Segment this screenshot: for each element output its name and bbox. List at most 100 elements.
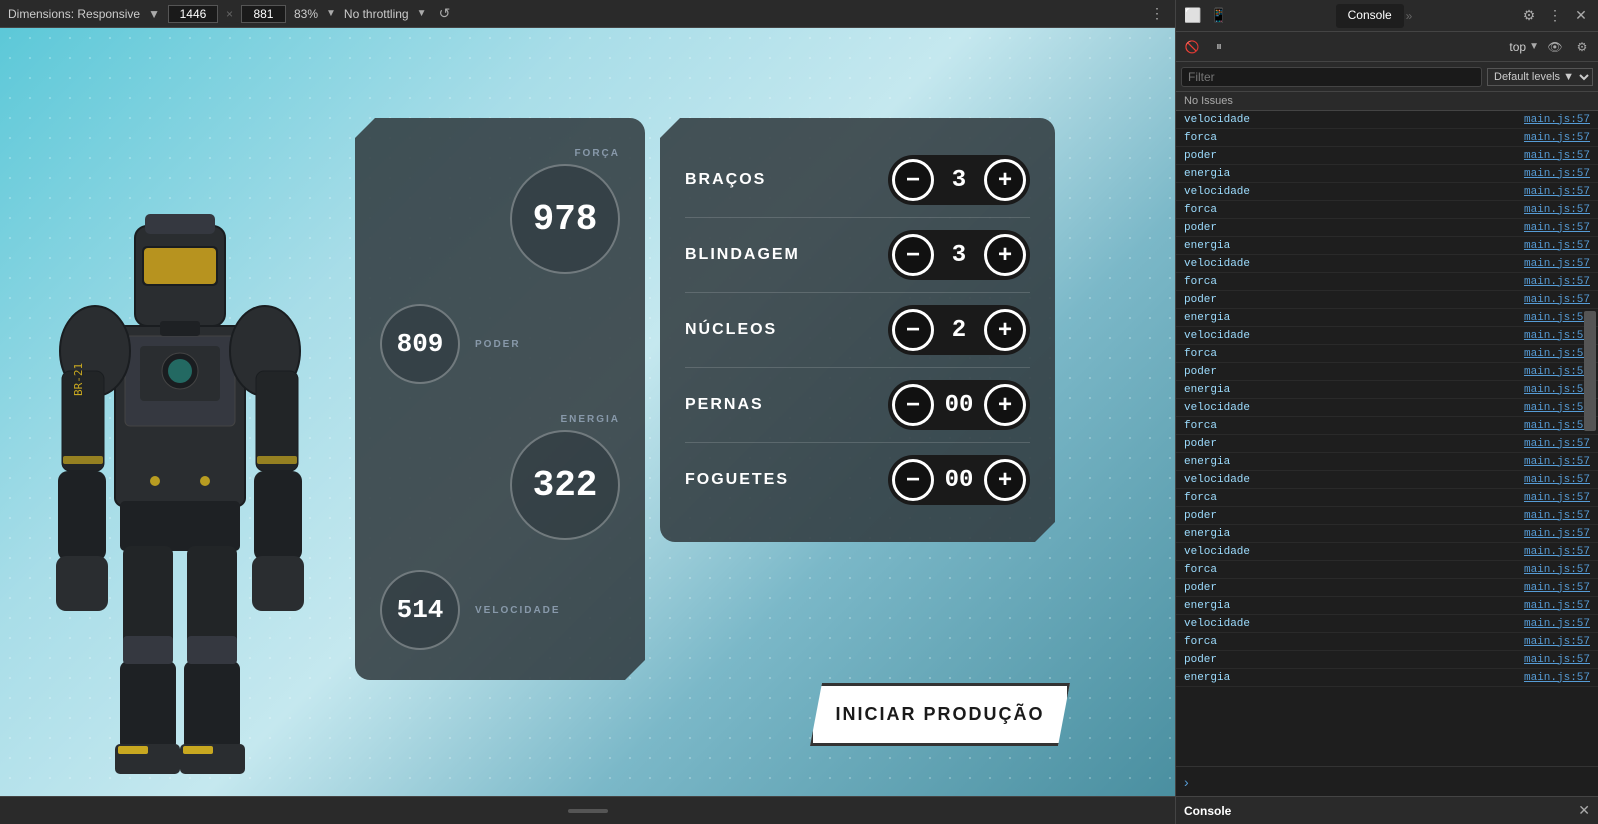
velocidade-label: VELOCIDADE	[475, 605, 561, 616]
console-file-link[interactable]: main.js:57	[1524, 384, 1590, 396]
log-level-select[interactable]: Default levels ▼	[1487, 68, 1593, 86]
console-log-row: forcamain.js:57	[1176, 201, 1598, 219]
game-background: BR-21 FORÇA 978	[0, 28, 1175, 796]
foguetes-row: FOGUETES − 00 +	[685, 443, 1030, 517]
console-file-link[interactable]: main.js:57	[1524, 114, 1590, 126]
console-file-link[interactable]: main.js:57	[1524, 204, 1590, 216]
throttle-dropdown-icon[interactable]: ▼	[417, 8, 427, 19]
context-selector: top ▼	[1509, 40, 1539, 54]
console-file-link[interactable]: main.js:57	[1524, 474, 1590, 486]
nucleos-row: NÚCLEOS − 2 +	[685, 293, 1030, 368]
console-file-link[interactable]: main.js:57	[1524, 492, 1590, 504]
poder-circle: 809	[380, 304, 460, 384]
console-log-row: energia main.js:57	[1176, 525, 1598, 543]
console-file-link[interactable]: main.js:57	[1524, 186, 1590, 198]
energia-stat: ENERGIA 322	[380, 414, 620, 540]
console-file-link[interactable]: main.js:57	[1524, 330, 1590, 342]
console-file-link[interactable]: main.js:57	[1524, 510, 1590, 522]
close-icon[interactable]: ✕	[1569, 4, 1593, 28]
nucleos-label: NÚCLEOS	[685, 321, 815, 339]
context-value: top	[1509, 40, 1526, 54]
devtools-toolbar: Dimensions: Responsive ▼ × 83% ▼ No thro…	[0, 0, 1175, 28]
console-log-row: velocidademain.js:57	[1176, 399, 1598, 417]
console-file-link[interactable]: main.js:57	[1524, 348, 1590, 360]
tab-console[interactable]: Console	[1336, 4, 1404, 28]
console-file-link[interactable]: main.js:57	[1524, 636, 1590, 648]
console-file-link[interactable]: main.js:57	[1524, 654, 1590, 666]
console-key: energia	[1184, 528, 1230, 540]
console-file-link[interactable]: main.js:57	[1524, 546, 1590, 558]
more-icon[interactable]: ⋮	[1543, 4, 1567, 28]
console-file-link[interactable]: main.js:57	[1524, 150, 1590, 162]
bracos-plus-btn[interactable]: +	[984, 159, 1026, 201]
zoom-btn[interactable]: 83%	[294, 7, 318, 21]
settings-small-icon[interactable]: ⚙	[1571, 36, 1593, 58]
settings-icon[interactable]: ⚙	[1517, 4, 1541, 28]
pause-icon[interactable]: ⏸	[1208, 36, 1230, 58]
dimensions-dropdown-icon[interactable]: ▼	[148, 7, 160, 21]
refresh-icon[interactable]: ↺	[435, 4, 455, 24]
console-file-link[interactable]: main.js:57	[1524, 276, 1590, 288]
nucleos-value: 2	[934, 317, 984, 344]
console-key: velocidade	[1184, 186, 1250, 198]
console-key: poder	[1184, 438, 1217, 450]
console-file-link[interactable]: main.js:57	[1524, 438, 1590, 450]
foguetes-plus-btn[interactable]: +	[984, 459, 1026, 501]
start-production-button[interactable]: INICIAR PRODUÇÃO	[810, 683, 1070, 746]
nucleos-minus-btn[interactable]: −	[892, 309, 934, 351]
console-file-link[interactable]: main.js:57	[1524, 240, 1590, 252]
main-area: Dimensions: Responsive ▼ × 83% ▼ No thro…	[0, 0, 1175, 824]
console-log-row: velocidade main.js:57	[1176, 615, 1598, 633]
bottom-bar	[0, 796, 1175, 824]
console-file-link[interactable]: main.js:57	[1524, 672, 1590, 684]
filter-input[interactable]	[1181, 67, 1482, 87]
devtools-inspect-icon[interactable]: ⬜	[1181, 4, 1205, 28]
foguetes-minus-btn[interactable]: −	[892, 459, 934, 501]
browser-viewport: BR-21 FORÇA 978	[0, 28, 1175, 796]
console-key: forca	[1184, 348, 1217, 360]
console-file-link[interactable]: main.js:57	[1524, 528, 1590, 540]
console-log-row: velocidade main.js:57	[1176, 327, 1598, 345]
console-file-link[interactable]: main.js:57	[1524, 618, 1590, 630]
pernas-plus-btn[interactable]: +	[984, 384, 1026, 426]
drag-handle[interactable]	[568, 809, 608, 813]
console-file-link[interactable]: main.js:57	[1524, 294, 1590, 306]
width-input[interactable]	[168, 5, 218, 23]
console-file-link[interactable]: main.js:57	[1524, 420, 1590, 432]
eye-icon[interactable]: 👁	[1544, 36, 1566, 58]
zoom-dropdown-icon[interactable]: ▼	[326, 8, 336, 19]
console-file-link[interactable]: main.js:57	[1524, 564, 1590, 576]
height-input[interactable]	[241, 5, 286, 23]
dimensions-label: Dimensions: Responsive	[8, 7, 140, 21]
console-file-link[interactable]: main.js:57	[1524, 132, 1590, 144]
bottom-close-btn[interactable]: ✕	[1578, 802, 1590, 819]
console-file-link[interactable]: main.js:57	[1524, 366, 1590, 378]
bracos-minus-btn[interactable]: −	[892, 159, 934, 201]
console-key: velocidade	[1184, 330, 1250, 342]
foguetes-value: 00	[934, 467, 984, 494]
context-dropdown-icon[interactable]: ▼	[1529, 41, 1539, 52]
console-log-row: poder main.js:57	[1176, 435, 1598, 453]
console-file-link[interactable]: main.js:57	[1524, 258, 1590, 270]
scrollbar-thumb[interactable]	[1584, 311, 1596, 431]
console-file-link[interactable]: main.js:57	[1524, 402, 1590, 414]
pernas-minus-btn[interactable]: −	[892, 384, 934, 426]
devtools-right-panel: ⬜ 📱 Console » ⚙ ⋮ ✕ 🚫 ⏸ top ▼ 👁 ⚙ Defaul…	[1175, 0, 1598, 824]
console-file-link[interactable]: main.js:57	[1524, 582, 1590, 594]
console-file-link[interactable]: main.js:57	[1524, 600, 1590, 612]
console-file-link[interactable]: main.js:57	[1524, 456, 1590, 468]
console-file-link[interactable]: main.js:57	[1524, 168, 1590, 180]
blindagem-minus-btn[interactable]: −	[892, 234, 934, 276]
console-output[interactable]: velocidademain.js:57forcamain.js:57poder…	[1176, 111, 1598, 766]
console-file-link[interactable]: main.js:57	[1524, 222, 1590, 234]
foguetes-label: FOGUETES	[685, 471, 815, 489]
nucleos-plus-btn[interactable]: +	[984, 309, 1026, 351]
console-log-row: forcamain.js:57	[1176, 417, 1598, 435]
blindagem-plus-btn[interactable]: +	[984, 234, 1026, 276]
clear-console-icon[interactable]: 🚫	[1181, 36, 1203, 58]
more-options-icon[interactable]: ⋮	[1147, 4, 1167, 24]
robot-svg: BR-21	[20, 86, 340, 786]
console-key: velocidade	[1184, 618, 1250, 630]
console-file-link[interactable]: main.js:57	[1524, 312, 1590, 324]
devtools-device-icon[interactable]: 📱	[1207, 4, 1231, 28]
